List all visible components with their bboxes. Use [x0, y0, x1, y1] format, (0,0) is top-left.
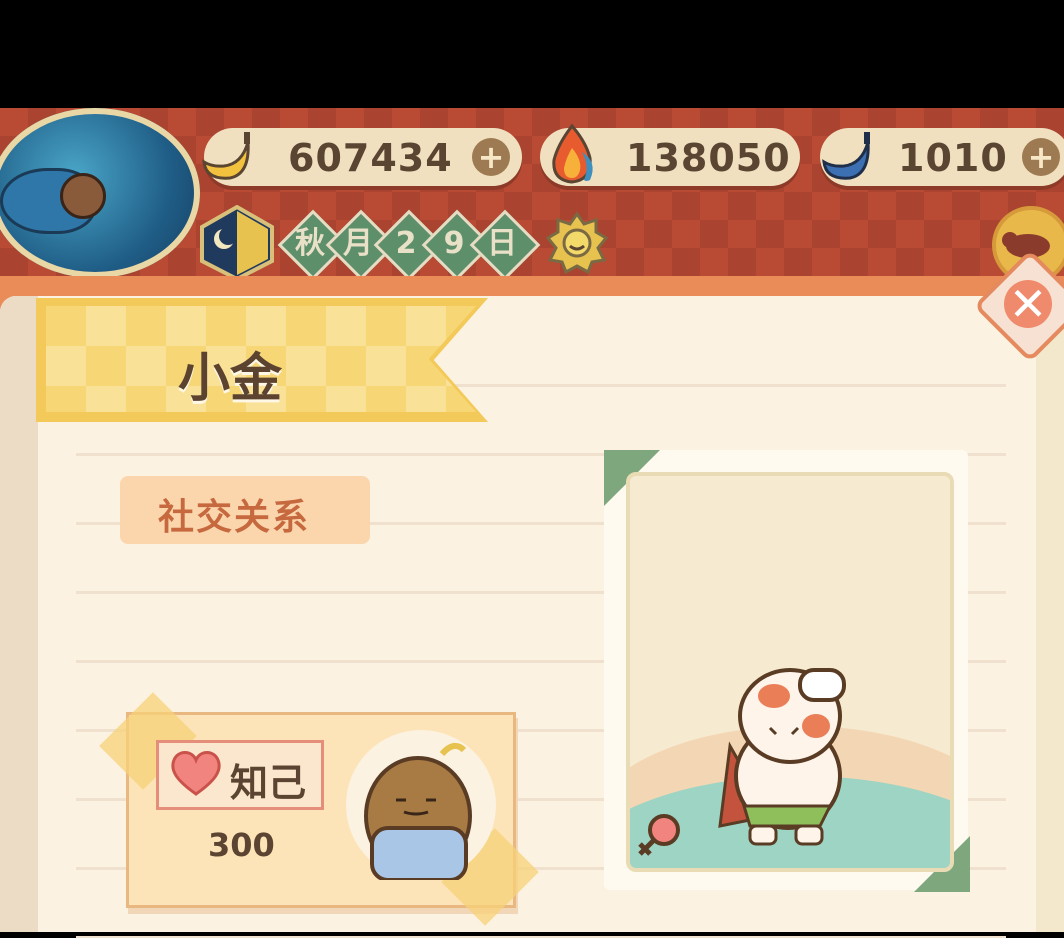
add-banana-button[interactable]: +	[472, 138, 510, 176]
notebook-binding	[0, 296, 38, 932]
currency-fire: 138050	[540, 123, 800, 186]
day-night-icon	[200, 205, 274, 281]
fire-count: 138050	[626, 136, 791, 180]
relationship-points: 300	[208, 826, 275, 864]
flame-icon	[552, 123, 593, 184]
bird-icon	[60, 173, 106, 219]
relationship-level: 知己	[230, 761, 307, 805]
cat-character-illustration	[718, 668, 846, 846]
friend-avatar[interactable]	[346, 730, 496, 880]
currency-blue-banana: 1010 +	[820, 128, 1064, 186]
banana-icon	[202, 132, 250, 180]
section-label-tag: 社交关系	[120, 476, 370, 544]
blue-banana-count: 1010	[898, 136, 1008, 180]
date-char: 日	[487, 226, 517, 261]
character-name: 小金	[178, 349, 283, 409]
currency-banana: 607434 +	[202, 128, 522, 186]
weather-sun-icon[interactable]	[546, 212, 608, 274]
section-label: 社交关系	[158, 497, 311, 538]
add-blue-banana-button[interactable]: +	[1022, 138, 1060, 176]
heart-icon	[171, 751, 221, 796]
female-icon	[638, 814, 680, 856]
close-icon[interactable]: ✕	[1004, 280, 1052, 328]
banana-count: 607434	[288, 136, 453, 180]
blue-banana-icon	[822, 132, 870, 180]
notebook-edge	[1036, 296, 1064, 932]
potato-character-icon	[364, 742, 472, 880]
